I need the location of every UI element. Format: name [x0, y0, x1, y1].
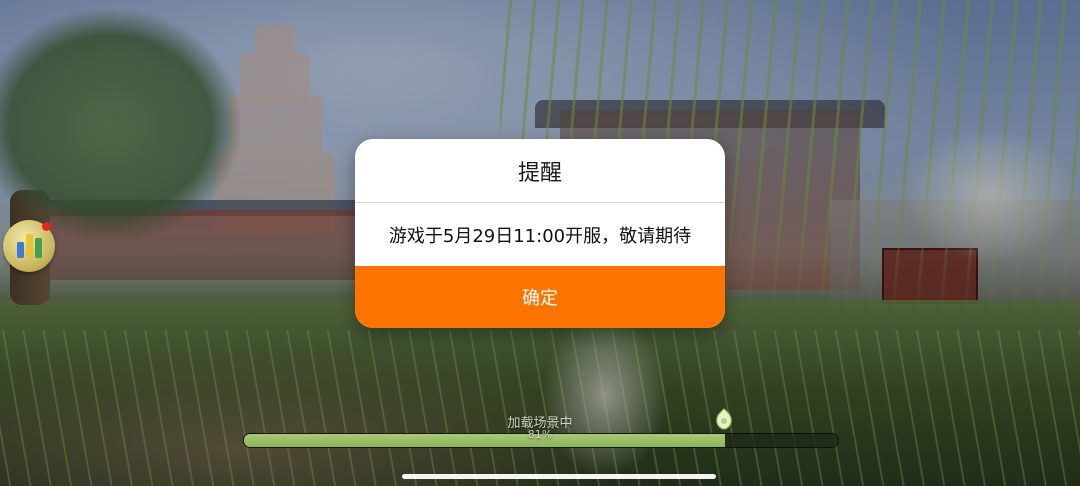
- dialog-message: 游戏于5月29日11:00开服，敬请期待: [388, 225, 692, 247]
- reminder-dialog: 提醒 游戏于5月29日11:00开服，敬请期待 确定: [355, 139, 725, 328]
- notification-dot: [42, 222, 51, 231]
- dialog-title: 提醒: [517, 160, 562, 186]
- game-loading-scene: 加载场景中 81% 提醒 游戏于5月29日11:00开服，敬请期待 确定: [0, 0, 1080, 486]
- jade-pendant-icon: [712, 406, 736, 432]
- home-indicator[interactable]: [402, 474, 716, 479]
- confirm-button[interactable]: 确定: [355, 266, 725, 328]
- loading-percent: 81%: [527, 428, 553, 441]
- game-logo-icon[interactable]: [3, 220, 55, 272]
